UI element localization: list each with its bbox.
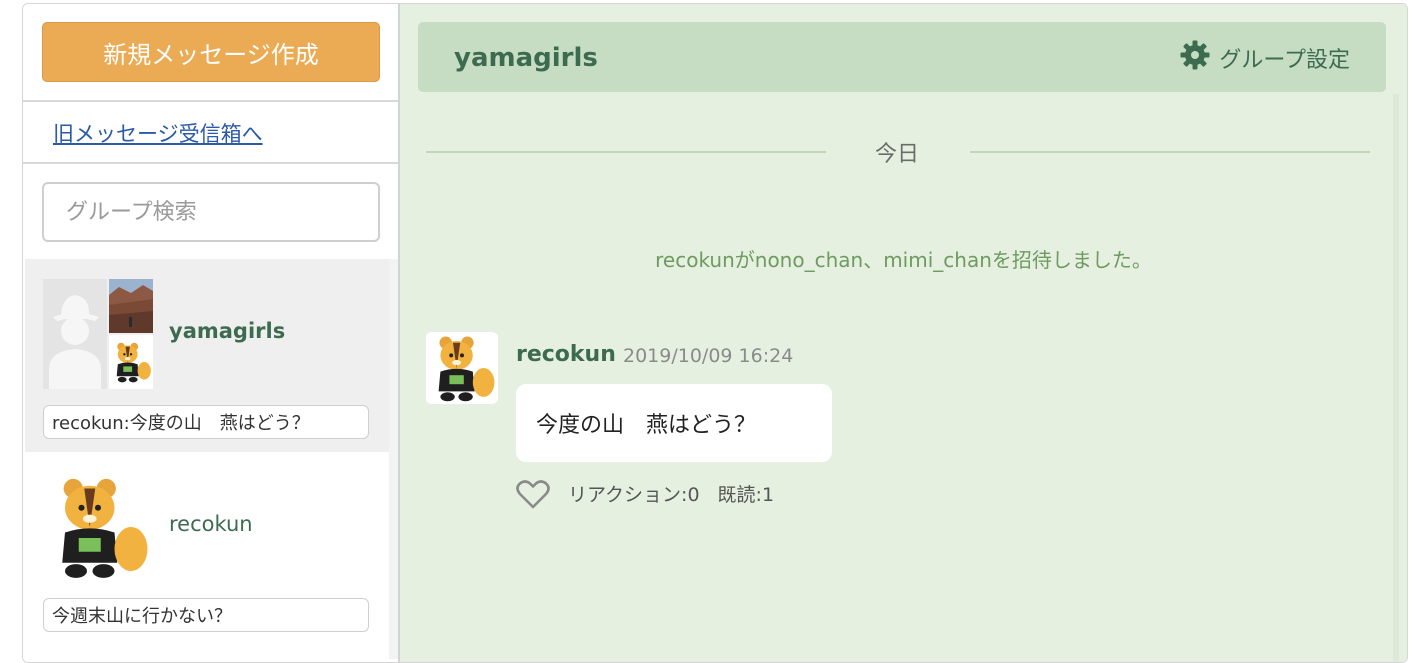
mascot-avatar [43,472,153,582]
system-message: recokunがnono_chan、mimi_chanを招待しました。 [655,248,1152,272]
group-search-input[interactable] [42,182,380,242]
message-author: recokun [516,342,616,367]
mascot-avatar [109,335,153,389]
date-separator: 今日 [426,136,1370,168]
chat-title: yamagirls [454,43,598,73]
group-item-recokun[interactable]: recokun 今週末山に行かない？ [25,452,391,645]
new-message-button[interactable]: 新規メッセージ作成 [42,22,380,82]
divider [23,100,398,102]
heart-icon[interactable] [516,480,550,510]
message-timestamp: 2019/10/09 16:24 [623,345,794,367]
divider [23,162,398,164]
group-settings-button[interactable]: グループ設定 [1179,39,1350,77]
mountain-photo-thumbnail [109,279,153,333]
gear-icon [1179,39,1211,77]
separator-line [426,151,826,153]
person-silhouette-icon [43,279,107,389]
group-avatar [43,279,153,389]
group-name: recokun [169,512,253,536]
message-meta: リアクション:0 既読:1 [568,480,774,507]
sidebar-scrollbar[interactable] [389,259,398,659]
sidebar: 新規メッセージ作成 旧メッセージ受信箱へ グループ検索 yamagirls re… [23,4,400,662]
chat-scrollbar[interactable] [1393,94,1399,662]
date-label: 今日 [875,142,920,167]
old-inbox-link[interactable]: 旧メッセージ受信箱へ [53,118,263,148]
separator-line [970,151,1370,153]
reaction-count: リアクション:0 [568,484,700,506]
read-count: 既読:1 [717,484,775,506]
group-name: yamagirls [169,319,286,343]
messaging-app: 新規メッセージ作成 旧メッセージ受信箱へ グループ検索 yamagirls re… [22,3,1408,663]
last-message-preview: 今週末山に行かない？ [43,598,369,632]
message-bubble: 今度の山 燕はどう？ [516,384,832,462]
chat-panel: yamagirls グループ設定 今日 recokunがnono_chan、mi… [400,4,1407,662]
group-settings-label: グループ設定 [1219,48,1350,73]
last-message-preview: recokun:今度の山 燕はどう？ [43,405,369,439]
chat-header: yamagirls グループ設定 [418,22,1386,92]
mascot-avatar[interactable] [426,332,498,404]
group-list: yamagirls recokun:今度の山 燕はどう？ recokun 今週末… [25,259,391,645]
group-item-yamagirls[interactable]: yamagirls recokun:今度の山 燕はどう？ [25,259,391,452]
